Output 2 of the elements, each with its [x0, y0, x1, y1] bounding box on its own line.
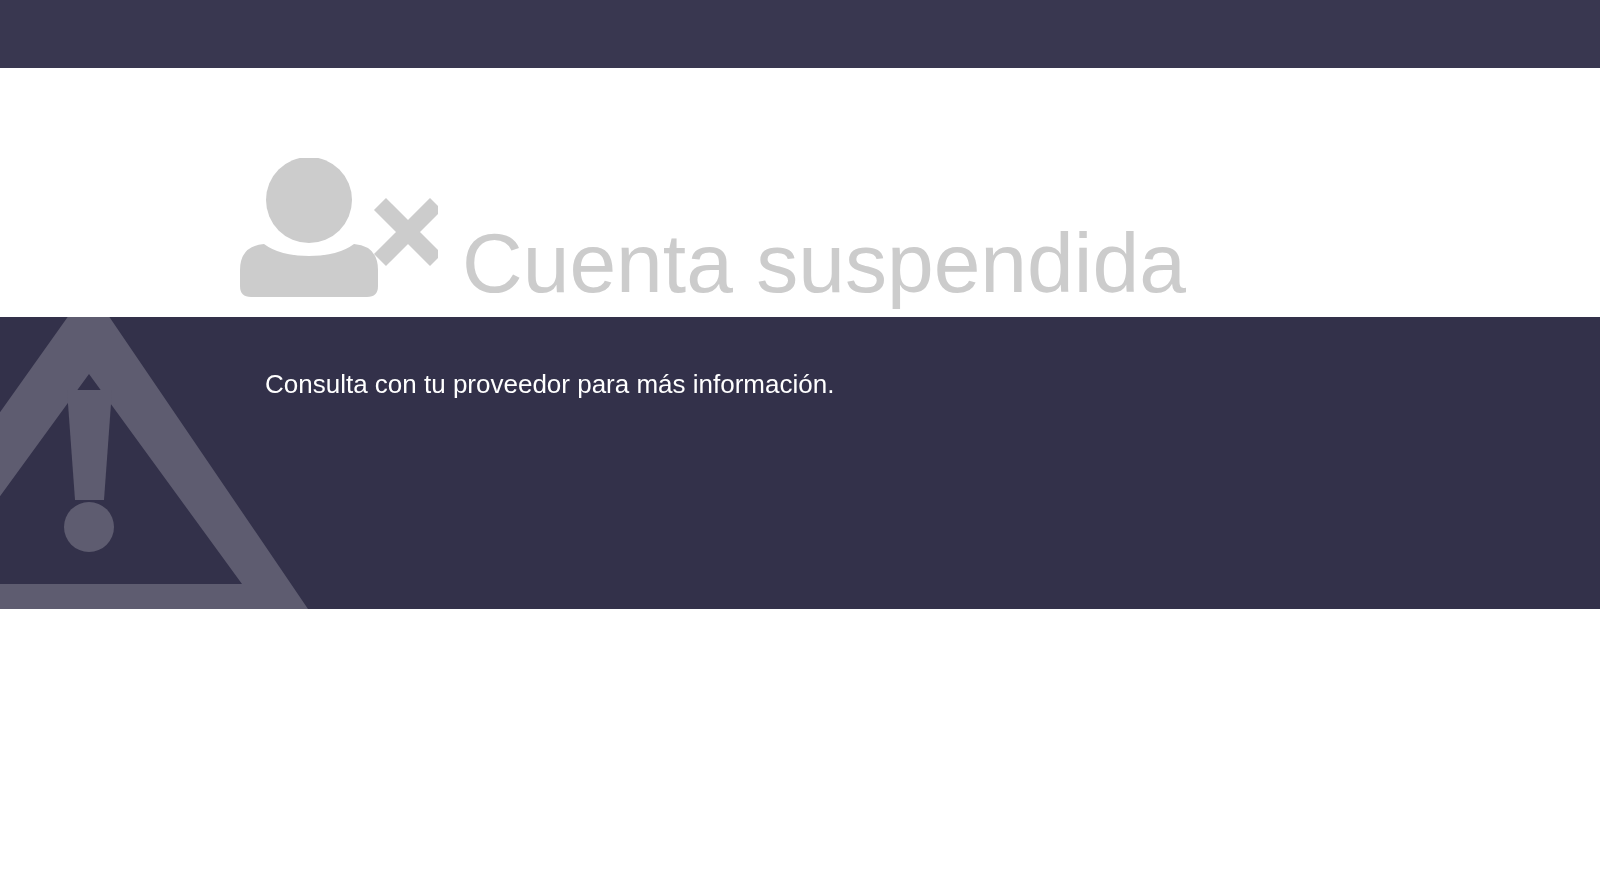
message-text: Consulta con tu proveedor para más información.	[265, 369, 836, 400]
user-remove-icon	[240, 158, 438, 298]
